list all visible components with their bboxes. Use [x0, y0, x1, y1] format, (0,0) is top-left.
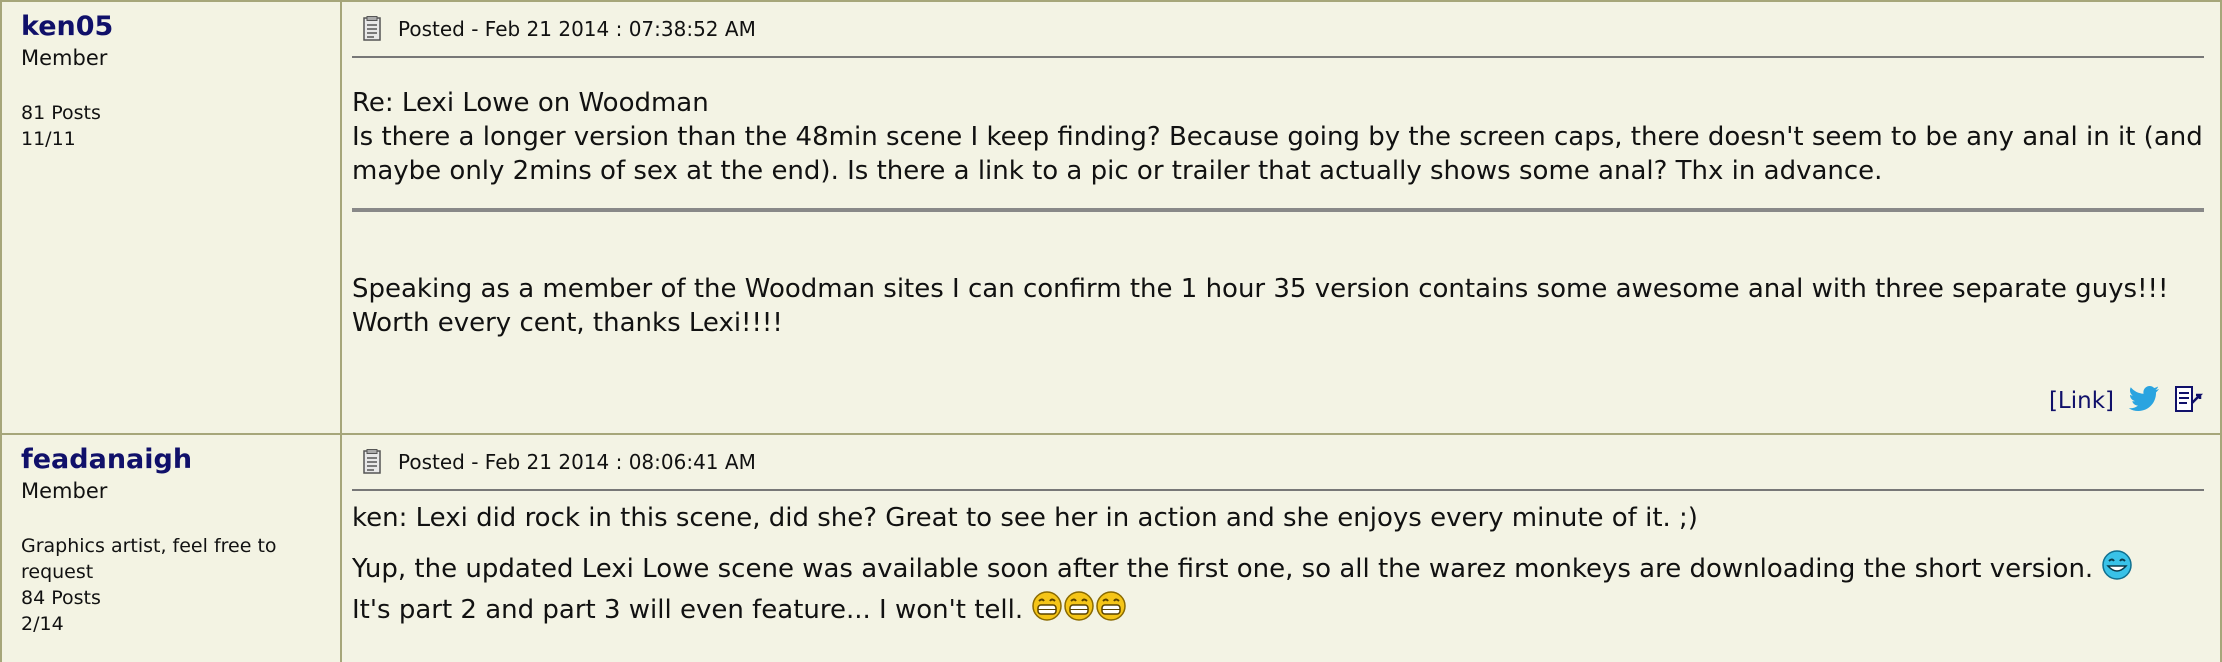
post-date: Posted - Feb 21 2014 : 08:06:41 AM	[398, 450, 756, 474]
post-header: Posted - Feb 21 2014 : 07:38:52 AM	[352, 2, 2204, 58]
author-ratio: 11/11	[21, 128, 76, 150]
doc-icon	[362, 16, 384, 42]
author-role: Member	[21, 46, 108, 70]
post-row: ken05 Member 81 Posts 11/11 Posted - Feb…	[0, 2, 2222, 435]
permalink[interactable]: [Link]	[2049, 388, 2114, 414]
twitter-icon[interactable]	[2128, 385, 2160, 417]
post-date: Posted - Feb 21 2014 : 07:38:52 AM	[398, 17, 756, 41]
post-text: Speaking as a member of the Woodman site…	[352, 274, 2169, 338]
post-paragraph: Yup, the updated Lexi Lowe scene was ava…	[352, 549, 2204, 590]
post-paragraph-text: It's part 2 and part 3 will even feature…	[352, 595, 1024, 625]
quote-reply-icon[interactable]	[2174, 383, 2204, 419]
forum-thread: ken05 Member 81 Posts 11/11 Posted - Feb…	[0, 0, 2222, 662]
post-body: Posted - Feb 21 2014 : 07:38:52 AM Re: L…	[342, 2, 2222, 433]
laughing-smiley-icon	[2101, 549, 2133, 590]
author-panel: feadanaigh Member Graphics artist, feel …	[0, 435, 342, 662]
quote-body: Is there a longer version than the 48min…	[352, 122, 2203, 186]
author-name[interactable]: feadanaigh	[21, 443, 340, 477]
post-row: feadanaigh Member Graphics artist, feel …	[0, 435, 2222, 662]
doc-icon	[362, 449, 384, 475]
post-body: Posted - Feb 21 2014 : 08:06:41 AM ken: …	[342, 435, 2222, 662]
author-ratio: 2/14	[21, 613, 64, 635]
author-post-count: 84 Posts	[21, 587, 101, 609]
grin-smiley-icon	[1031, 590, 1127, 631]
author-signature: Graphics artist, feel free to request	[21, 535, 277, 583]
post-actions: [Link]	[2049, 383, 2204, 419]
post-paragraph: ken: Lexi did rock in this scene, did sh…	[352, 503, 1698, 533]
author-post-count: 81 Posts	[21, 102, 101, 124]
author-name[interactable]: ken05	[21, 10, 340, 44]
author-panel: ken05 Member 81 Posts 11/11	[0, 2, 342, 433]
post-paragraph: It's part 2 and part 3 will even feature…	[352, 590, 2204, 631]
post-header: Posted - Feb 21 2014 : 08:06:41 AM	[352, 435, 2204, 491]
quote-title: Re: Lexi Lowe on Woodman	[352, 88, 709, 118]
author-role: Member	[21, 479, 108, 503]
post-paragraph-text: Yup, the updated Lexi Lowe scene was ava…	[352, 554, 2094, 584]
